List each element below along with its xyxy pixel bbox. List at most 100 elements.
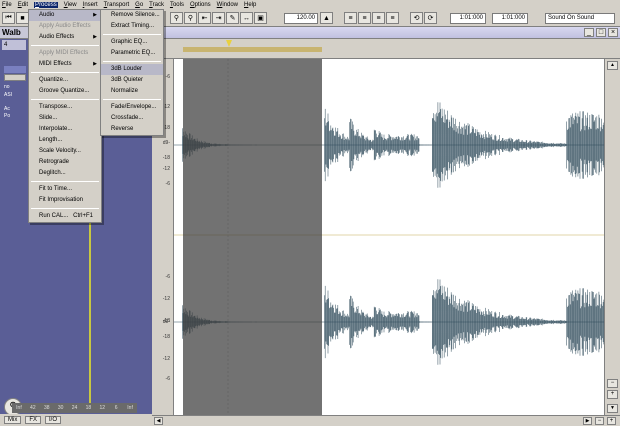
tab-io[interactable]: I/O	[45, 416, 62, 424]
hzoom-in-icon[interactable]: +	[607, 417, 616, 425]
track-number[interactable]: 4	[2, 40, 26, 50]
selection-region[interactable]	[183, 59, 322, 415]
menu-separator	[103, 61, 161, 62]
track-label-3: Ac	[4, 106, 10, 112]
tool-button-9[interactable]: ≡	[358, 12, 371, 24]
menu-item-slide[interactable]: Slide...	[29, 113, 101, 124]
menu-item-reverse[interactable]: Reverse	[101, 124, 163, 135]
vertical-scrollbar[interactable]: ▲ ▼ + −	[604, 59, 620, 415]
menu-item-label: Reverse	[111, 126, 134, 132]
menu-transport[interactable]: Transport	[104, 2, 129, 8]
menu-item-audio[interactable]: Audio ▶	[29, 10, 101, 21]
time-start-field[interactable]: 1:01:000	[450, 13, 486, 24]
record-mode-select[interactable]: Sound On Sound	[545, 13, 615, 24]
menu-item-groove-quantize[interactable]: Groove Quantize...	[29, 86, 101, 97]
menu-item-transpose[interactable]: Transpose...	[29, 102, 101, 113]
menu-item-label: MIDI Effects	[39, 61, 72, 67]
tool-button-12[interactable]: ⟲	[410, 12, 423, 24]
menu-item-run-cal[interactable]: Run CAL... Ctrl+F1	[29, 211, 101, 222]
tool-button-5[interactable]: ✎	[226, 12, 239, 24]
menu-item-deglitch[interactable]: Deglitch...	[29, 168, 101, 179]
menu-item-3db-quieter[interactable]: 3dB Quieter	[101, 75, 163, 86]
menu-item-fade-envelope[interactable]: Fade/Envelope...	[101, 102, 163, 113]
tool-button-13[interactable]: ⟳	[424, 12, 437, 24]
tool-button-11[interactable]: ≡	[386, 12, 399, 24]
meter-tick: 12	[99, 405, 106, 411]
tool-button-2[interactable]: ⚲	[184, 12, 197, 24]
track-label-1: no	[4, 84, 10, 90]
scroll-right-icon[interactable]: ▶	[583, 417, 592, 425]
menu-file[interactable]: File	[2, 2, 12, 8]
db-label: -6	[165, 376, 170, 382]
menu-item-crossfade[interactable]: Crossfade...	[101, 113, 163, 124]
menu-item-label: Transpose...	[39, 104, 73, 110]
menu-item-retrograde[interactable]: Retrograde	[29, 157, 101, 168]
menu-item-label: 3dB Quieter	[111, 77, 144, 83]
menu-item-label: Normalize	[111, 88, 139, 94]
scroll-left-icon[interactable]: ◀	[154, 417, 163, 425]
submenu-arrow-icon: ▶	[93, 12, 97, 18]
tool-button-6[interactable]: ↔	[240, 12, 253, 24]
scroll-up-icon[interactable]: ▲	[607, 61, 618, 70]
db-label: -12	[162, 296, 170, 302]
track-slider[interactable]	[4, 66, 26, 73]
menu-item-normalize[interactable]: Normalize	[101, 86, 163, 97]
tool-button-4[interactable]: ⇥	[212, 12, 225, 24]
menu-track[interactable]: Track	[149, 2, 164, 8]
menu-shortcut: Ctrl+F1	[73, 213, 93, 219]
scroll-down-icon[interactable]: ▼	[607, 404, 618, 413]
menu-item-quantize[interactable]: Quantize...	[29, 75, 101, 86]
menu-item-fit-to-time[interactable]: Fit to Time...	[29, 184, 101, 195]
menu-item-label: Graphic EQ...	[111, 39, 148, 45]
audio-submenu: Remove Silence... Extract Timing... Graphi…	[100, 9, 164, 136]
tab-mix[interactable]: Mix	[4, 416, 22, 424]
menu-item-midi-effects[interactable]: MIDI Effects ▶	[29, 59, 101, 70]
tool-button-1[interactable]: ⚲	[170, 12, 183, 24]
tool-button-7[interactable]: ▣	[254, 12, 267, 24]
menu-window[interactable]: Window	[217, 2, 238, 8]
track-button[interactable]	[4, 74, 26, 81]
time-end-field[interactable]: 1:01:000	[492, 13, 528, 24]
zoom-in-icon[interactable]: +	[607, 390, 618, 399]
menu-view[interactable]: View	[64, 2, 77, 8]
menu-item-parametric-eq[interactable]: Parametric EQ...	[101, 48, 163, 59]
menu-options[interactable]: Options	[190, 2, 211, 8]
track-label-4: Po	[4, 113, 11, 119]
rewind-button[interactable]: ⏮	[2, 12, 15, 24]
db-label: -6	[165, 74, 170, 80]
tempo-field[interactable]: 120.00	[284, 13, 318, 24]
menu-insert[interactable]: Insert	[83, 2, 98, 8]
tool-button-3[interactable]: ⇤	[198, 12, 211, 24]
menu-item-audio-effects[interactable]: Audio Effects ▶	[29, 32, 101, 43]
menu-item-length[interactable]: Length...	[29, 135, 101, 146]
zoom-out-icon[interactable]: −	[607, 379, 618, 388]
menu-separator	[31, 45, 99, 46]
menu-item-graphic-eq[interactable]: Graphic EQ...	[101, 37, 163, 48]
menu-go[interactable]: Go	[135, 2, 143, 8]
menu-item-scale-velocity[interactable]: Scale Velocity...	[29, 146, 101, 157]
hzoom-out-icon[interactable]: −	[595, 417, 604, 425]
menu-process[interactable]: Process	[34, 2, 58, 8]
selection-range-bar[interactable]	[183, 47, 322, 52]
menu-help[interactable]: Help	[244, 2, 256, 8]
menu-item-extract-timing[interactable]: Extract Timing...	[101, 21, 163, 32]
minimize-button[interactable]: _	[584, 28, 594, 37]
process-menu: Audio ▶ Apply Audio Effects Audio Effects ▶ A…	[28, 9, 102, 223]
tool-button-10[interactable]: ≡	[372, 12, 385, 24]
menu-item-3db-louder[interactable]: 3dB Louder	[101, 64, 163, 75]
maximize-button[interactable]: □	[596, 28, 606, 37]
menu-separator	[31, 208, 99, 209]
menu-item-remove-silence[interactable]: Remove Silence...	[101, 10, 163, 21]
horizontal-scrollbar[interactable]: ◀ ▶ − +	[152, 415, 620, 426]
clip-window-titlebar: _ □ ×	[152, 27, 620, 39]
menu-item-label: 3dB Louder	[111, 66, 143, 72]
close-button[interactable]: ×	[608, 28, 618, 37]
menu-item-fit-improvisation[interactable]: Fit Improvisation	[29, 195, 101, 206]
menu-tools[interactable]: Tools	[170, 2, 184, 8]
tab-fx[interactable]: FX	[25, 416, 42, 424]
menu-edit[interactable]: Edit	[18, 2, 28, 8]
tool-button-8[interactable]: ≡	[344, 12, 357, 24]
menu-item-interpolate[interactable]: Interpolate...	[29, 124, 101, 135]
tempo-up-button[interactable]: ▲	[320, 12, 333, 24]
menu-item-label: Audio	[39, 12, 55, 18]
